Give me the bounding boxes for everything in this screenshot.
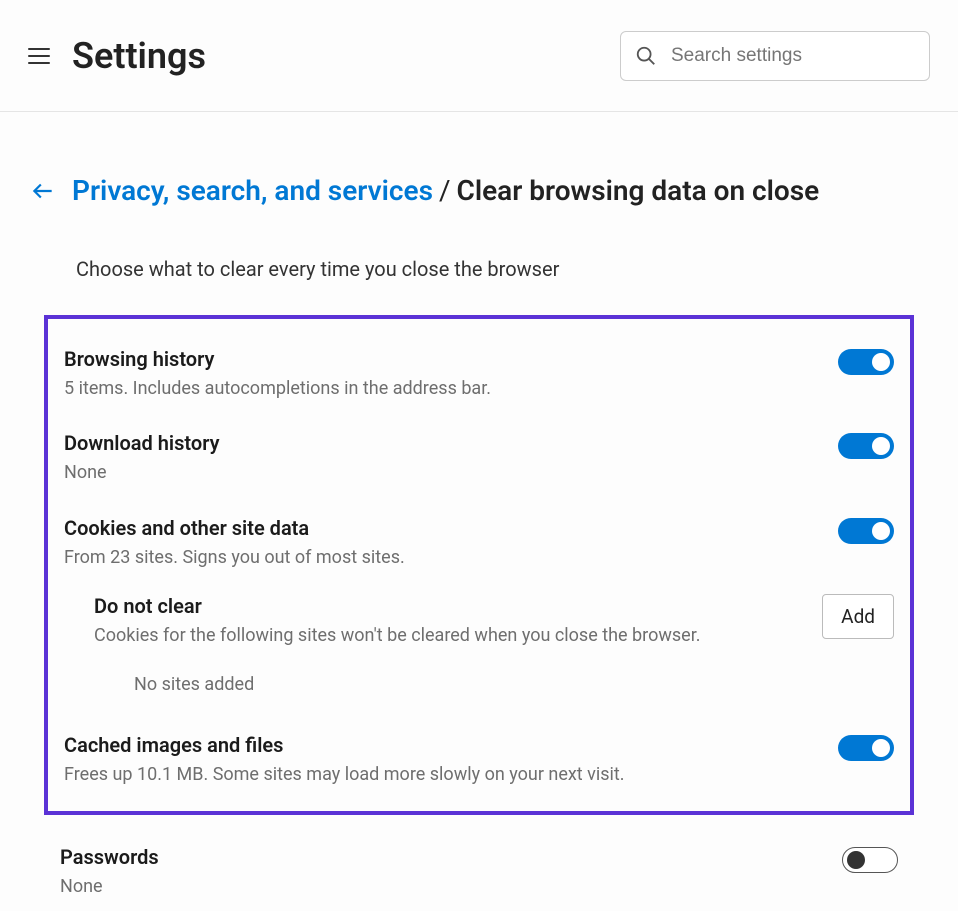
setting-desc: None xyxy=(60,875,822,899)
setting-title: Download history xyxy=(64,431,818,455)
search-box[interactable] xyxy=(620,31,930,81)
setting-title: Browsing history xyxy=(64,347,818,371)
setting-passwords: Passwords None xyxy=(60,841,898,911)
do-not-clear-desc: Cookies for the following sites won't be… xyxy=(94,624,802,648)
back-arrow-icon[interactable] xyxy=(30,178,56,204)
setting-desc: From 23 sites. Signs you out of most sit… xyxy=(64,546,818,570)
setting-desc: 5 items. Includes autocompletions in the… xyxy=(64,377,818,401)
hamburger-menu-icon[interactable] xyxy=(28,44,52,68)
search-input[interactable] xyxy=(671,45,915,67)
search-icon xyxy=(635,45,657,67)
page-title: Settings xyxy=(72,35,620,77)
do-not-clear-title: Do not clear xyxy=(94,594,802,618)
setting-cookies: Cookies and other site data From 23 site… xyxy=(64,512,894,584)
setting-title: Passwords xyxy=(60,845,822,869)
breadcrumb-parent-link[interactable]: Privacy, search, and services xyxy=(72,174,433,207)
setting-desc: None xyxy=(64,461,818,485)
highlighted-settings-group: Browsing history 5 items. Includes autoc… xyxy=(44,315,914,815)
breadcrumb: Privacy, search, and services / Clear br… xyxy=(72,174,819,207)
setting-desc: Frees up 10.1 MB. Some sites may load mo… xyxy=(64,763,818,787)
setting-cached-files: Cached images and files Frees up 10.1 MB… xyxy=(64,711,894,793)
do-not-clear-section: Do not clear Cookies for the following s… xyxy=(64,584,894,711)
toggle-cookies[interactable] xyxy=(838,518,894,544)
breadcrumb-separator: / xyxy=(439,174,451,207)
toggle-cached-files[interactable] xyxy=(838,735,894,761)
add-site-button[interactable]: Add xyxy=(822,594,894,639)
toggle-download-history[interactable] xyxy=(838,433,894,459)
scroll-region[interactable]: Privacy, search, and services / Clear br… xyxy=(0,112,958,911)
setting-title: Cookies and other site data xyxy=(64,516,818,540)
breadcrumb-current: Clear browsing data on close xyxy=(457,174,820,207)
toggle-browsing-history[interactable] xyxy=(838,349,894,375)
setting-browsing-history: Browsing history 5 items. Includes autoc… xyxy=(64,343,894,427)
toggle-passwords[interactable] xyxy=(842,847,898,873)
setting-title: Cached images and files xyxy=(64,733,818,757)
header-bar: Settings xyxy=(0,0,958,112)
intro-text: Choose what to clear every time you clos… xyxy=(76,257,928,281)
setting-download-history: Download history None xyxy=(64,427,894,511)
no-sites-text: No sites added xyxy=(94,648,894,701)
